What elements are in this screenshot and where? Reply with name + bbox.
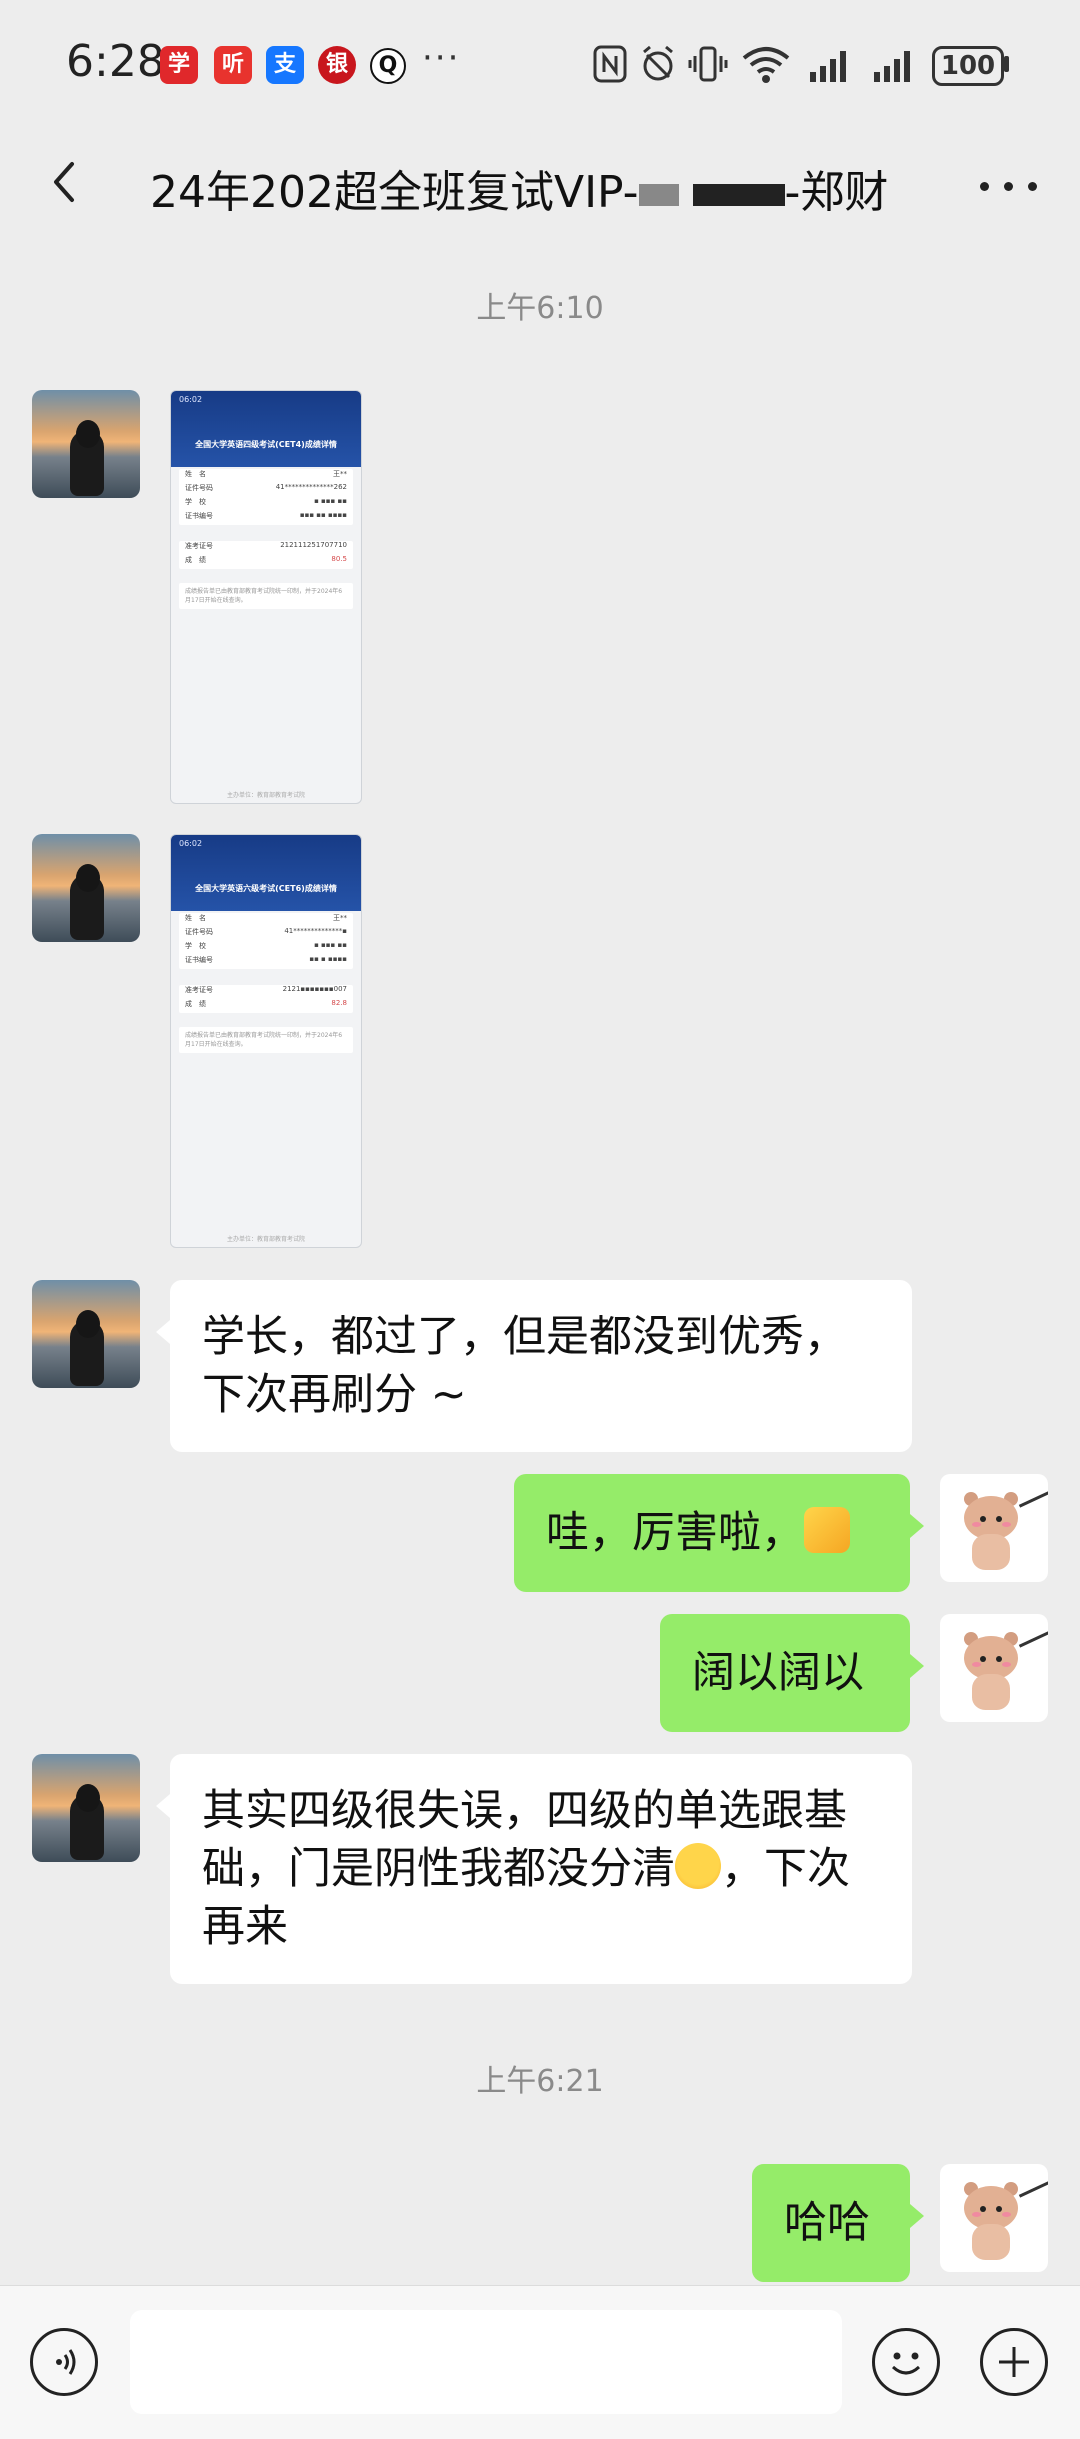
battery-tip bbox=[1004, 56, 1009, 72]
timestamp: 上午6:10 bbox=[476, 291, 604, 326]
more-options-icon[interactable] bbox=[970, 156, 1050, 216]
plus-more-icon[interactable] bbox=[980, 2328, 1048, 2396]
info-row: 证件号码 41**************262 bbox=[185, 483, 347, 492]
message-bubble-received[interactable]: 学长，都过了，但是都没到优秀，下次再刷分 ~ bbox=[156, 1280, 912, 1452]
info-card: 姓 名王** 证件号码 41**************262 学 校 ▪ ▪▪▪ … bbox=[179, 469, 353, 525]
chat-title-prefix: 24年202超全班复试VIP- bbox=[150, 167, 639, 218]
app-icon-red-1: 学 bbox=[160, 46, 198, 84]
contact-avatar[interactable] bbox=[32, 1754, 140, 1862]
laughing-tears-emoji-icon bbox=[675, 1843, 721, 1889]
message-input[interactable] bbox=[130, 2310, 842, 2414]
info-row: 学 校 ▪ ▪▪▪ ▪▪ bbox=[185, 497, 347, 506]
image-footer: 主办单位：教育部教育考试院 bbox=[226, 1236, 305, 1243]
image-message-cet4[interactable]: 06:02 全国大学英语四级考试(CET4)成绩详情 姓 名王** 证件号码 41… bbox=[170, 390, 362, 804]
app-icon-bank: 银 bbox=[318, 46, 356, 84]
wifi-icon bbox=[742, 47, 790, 83]
ticket-row: 准考证号 212111251707710 bbox=[185, 541, 347, 550]
contact-avatar[interactable] bbox=[32, 390, 140, 498]
message-text: 哈哈 bbox=[784, 2198, 870, 2248]
chat-header: 24年202超全班复试VIP- -郑财 bbox=[0, 130, 1080, 240]
voice-input-icon[interactable] bbox=[30, 2328, 98, 2396]
image-status-time: 06:02 bbox=[179, 839, 203, 848]
info-row: 证件号码 41**************▪ bbox=[185, 927, 347, 936]
info-card: 姓 名王** 证件号码 41**************▪ 学 校 ▪ ▪▪▪ ▪▪… bbox=[179, 913, 353, 969]
image-status-time: 06:02 bbox=[179, 395, 203, 404]
my-avatar[interactable] bbox=[940, 1474, 1048, 1582]
ticket-row: 准考证号 2121▪▪▪▪▪▪▪007 bbox=[185, 985, 347, 994]
nfc-icon bbox=[593, 45, 627, 83]
message-bubble-received[interactable]: 其实四级很失误，四级的单选跟基础，门是阴性我都没分清 ，下次再来 bbox=[156, 1754, 912, 1984]
thumbs-up-emoji-icon bbox=[804, 1507, 850, 1553]
qq-icon: Q bbox=[370, 48, 406, 84]
info-row: 学 校 ▪ ▪▪▪ ▪▪ bbox=[185, 941, 347, 950]
vibrate-icon bbox=[688, 46, 728, 82]
info-row: 姓 名王** bbox=[185, 470, 347, 478]
message-text: 学长，都过了，但是都没到优秀，下次再刷分 ~ bbox=[202, 1312, 847, 1420]
image-header: 06:02 全国大学英语六级考试(CET6)成绩详情 bbox=[171, 835, 361, 911]
image-message-cet6[interactable]: 06:02 全国大学英语六级考试(CET6)成绩详情 姓 名王** 证件号码 41… bbox=[170, 834, 362, 1248]
score-row: 成 绩 82.8 bbox=[185, 999, 347, 1008]
alarm-icon bbox=[643, 45, 673, 81]
score-card: 准考证号 2121▪▪▪▪▪▪▪007 成 绩 82.8 bbox=[179, 985, 353, 1013]
status-bar: 6:28 学 听 支 银 Q ··· 100 bbox=[0, 0, 1080, 130]
more-notifications-icon: ··· bbox=[422, 38, 461, 78]
message-bubble-sent[interactable]: 哇，厉害啦， bbox=[514, 1474, 924, 1592]
contact-avatar[interactable] bbox=[32, 834, 140, 942]
redaction-mask bbox=[692, 184, 785, 206]
image-title: 全国大学英语六级考试(CET6)成绩详情 bbox=[195, 884, 337, 893]
status-time: 6:28 bbox=[66, 36, 165, 87]
image-title: 全国大学英语四级考试(CET4)成绩详情 bbox=[195, 440, 337, 449]
message-text: 阔以阔以 bbox=[692, 1648, 864, 1698]
note-text: 成绩报告单已由教育部教育考试院统一印制，并于2024年6月17日开始在线查询。 bbox=[185, 588, 343, 604]
back-arrow-icon[interactable] bbox=[36, 152, 96, 212]
contact-avatar[interactable] bbox=[32, 1280, 140, 1388]
score-card: 准考证号 212111251707710 成 绩 80.5 bbox=[179, 541, 353, 569]
app-icon-listen: 听 bbox=[214, 46, 252, 84]
info-row: 证书编号 ▪▪ ▪ ▪▪▪▪ bbox=[185, 955, 347, 964]
message-bubble-sent[interactable]: 哈哈 bbox=[752, 2164, 924, 2282]
note-text: 成绩报告单已由教育部教育考试院统一印制，并于2024年6月17日开始在线查询。 bbox=[185, 1032, 343, 1048]
message-bubble-sent[interactable]: 阔以阔以 bbox=[660, 1614, 924, 1732]
info-row: 姓 名王** bbox=[185, 914, 347, 922]
note-card: 成绩报告单已由教育部教育考试院统一印制，并于2024年6月17日开始在线查询。 bbox=[179, 1027, 353, 1053]
image-header: 06:02 全国大学英语四级考试(CET4)成绩详情 bbox=[171, 391, 361, 467]
app-icon-alipay: 支 bbox=[266, 46, 304, 84]
score-row: 成 绩 80.5 bbox=[185, 555, 347, 564]
chat-title: 24年202超全班复试VIP- -郑财 bbox=[150, 156, 940, 220]
my-avatar[interactable] bbox=[940, 2164, 1048, 2272]
signal-1-icon bbox=[810, 51, 846, 82]
message-text: 哇，厉害啦， bbox=[546, 1508, 804, 1558]
info-row: 证书编号 ▪▪▪ ▪▪ ▪▪▪▪ bbox=[185, 511, 347, 520]
my-avatar[interactable] bbox=[940, 1614, 1048, 1722]
redaction-mask bbox=[638, 184, 679, 206]
timestamp: 上午6:21 bbox=[476, 2064, 604, 2099]
emoji-button-icon[interactable] bbox=[872, 2328, 940, 2396]
battery-indicator: 100 bbox=[932, 46, 1004, 86]
signal-2-icon bbox=[874, 51, 910, 82]
image-footer: 主办单位：教育部教育考试院 bbox=[226, 792, 305, 799]
note-card: 成绩报告单已由教育部教育考试院统一印制，并于2024年6月17日开始在线查询。 bbox=[179, 583, 353, 609]
input-bar bbox=[0, 2285, 1080, 2439]
chat-title-suffix: -郑财 bbox=[784, 167, 889, 218]
